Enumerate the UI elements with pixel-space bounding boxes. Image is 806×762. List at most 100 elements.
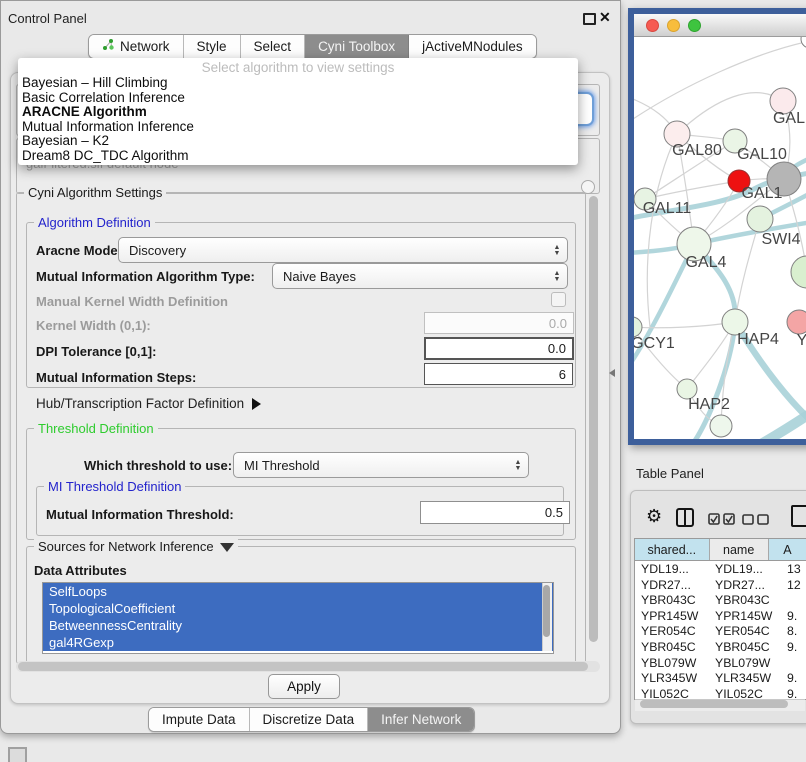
node-label: SWI4 [761,231,800,248]
node-label: GAL10 [737,146,787,163]
float-window-icon[interactable] [583,13,596,25]
tab-style[interactable]: Style [184,35,241,58]
close-traffic-light-icon[interactable] [646,19,659,32]
tab-discretize-data[interactable]: Discretize Data [250,708,369,731]
table-cell: 9. [787,609,797,623]
dpi-tolerance-field[interactable]: 0.0 [424,337,574,360]
network-window-titlebar[interactable] [634,14,806,37]
mi-steps-label: Mutual Information Steps: [36,370,196,385]
which-threshold-combobox[interactable]: MI Threshold ▲▼ [233,452,529,478]
zoom-traffic-light-icon[interactable] [688,19,701,32]
table-cell: 9. [787,640,797,654]
table-row[interactable]: YBL079WYBL079W [635,655,806,671]
combo-arrows-icon: ▲▼ [549,271,567,282]
algorithm-dropdown-popup: Select algorithm to view settings Bayesi… [18,58,578,165]
attribute-list-item[interactable]: BetweennessCentrality [43,617,553,634]
kernel-width-label: Kernel Width (0,1): [36,318,151,333]
network-node-swi4[interactable] [747,206,773,232]
apply-button[interactable]: Apply [268,674,340,699]
node-label: GAL4 [686,254,727,271]
table-row[interactable]: YPR145WYPR145W9. [635,608,806,624]
split-divider-arrow[interactable] [609,369,615,377]
table-cell: YER054C [715,624,770,638]
node-label: GCY1 [634,335,675,352]
table-cell: 12 [787,578,801,592]
aracne-mode-combobox[interactable]: Discovery ▲▼ [118,237,568,263]
table-row[interactable]: YER054CYER054C8. [635,623,806,639]
attribute-list-item[interactable]: SelfLoops [43,583,553,600]
algorithm-definition-title: Algorithm Definition [34,215,155,230]
control-panel-tabbar: Network Style Select Cyni Toolbox jActiveMNo… [88,34,537,59]
table-row[interactable]: YDR27...YDR27...12 [635,577,806,593]
tab-impute-data[interactable]: Impute Data [149,708,250,731]
mi-steps-field[interactable]: 6 [424,363,573,385]
manual-kernel-checkbox[interactable] [551,292,566,307]
tab-label: Style [197,35,227,58]
algorithm-option[interactable]: Dream8 DC_TDC Algorithm [18,149,578,164]
table-horizontal-scrollbar[interactable] [640,700,788,708]
document-icon[interactable] [791,505,806,527]
mi-threshold-field[interactable]: 0.5 [420,501,570,524]
table-cell: YIL052C [715,687,763,700]
column-header-2[interactable]: name [710,539,769,560]
table-row[interactable]: YBR043CYBR043C [635,592,806,608]
close-icon[interactable]: ✕ [599,9,611,26]
hub-factor-expander[interactable]: Hub/Transcription Factor Definition [36,396,261,411]
mi-type-combobox[interactable]: Naive Bayes ▲▼ [272,263,568,289]
table-cell: 9. [787,671,797,685]
mi-threshold-label: Mutual Information Threshold: [46,507,234,522]
table-row[interactable]: YBR045CYBR045C9. [635,639,806,655]
settings-vertical-scrollbar[interactable] [589,196,598,642]
settings-horizontal-scrollbar[interactable] [18,662,588,671]
sources-expander[interactable]: Sources for Network Inference [34,539,238,554]
unchecked-boxes-icon[interactable] [742,514,770,526]
attribute-list-item[interactable]: gal4RGexp [43,634,553,651]
tab-infer-network[interactable]: Infer Network [368,708,474,731]
which-threshold-label: Which threshold to use: [84,458,232,473]
table-cell: YBR045C [715,640,770,654]
algorithm-option[interactable]: Mutual Information Inference [18,120,578,135]
node-label: GAL80 [672,142,722,159]
attributes-vertical-scrollbar[interactable] [543,585,550,637]
column-header-1[interactable]: shared... [635,539,710,560]
algorithm-option[interactable]: Basic Correlation Inference [18,91,578,106]
column-header-3[interactable]: A [769,539,806,560]
tab-select[interactable]: Select [241,35,306,58]
columns-icon[interactable] [676,508,694,527]
control-panel-title: Control Panel [8,11,87,26]
network-canvas[interactable]: GALGAL80GAL10GAL1GAL11SWI4GAL4GCY1HAP4YH… [634,37,806,439]
tab-jactivemnodules[interactable]: jActiveMNodules [409,35,536,58]
sources-title: Sources for Network Inference [38,539,214,554]
network-node[interactable] [801,37,806,48]
algorithm-popup-list: Bayesian – Hill ClimbingBasic Correlatio… [18,76,578,164]
table-cell: YLR345W [641,671,697,685]
tab-cyni-toolbox[interactable]: Cyni Toolbox [305,35,409,58]
table-row[interactable]: YLR345WYLR345W9. [635,670,806,686]
algorithm-option[interactable]: Bayesian – Hill Climbing [18,76,578,91]
network-node-gcy1[interactable] [634,317,642,337]
attribute-list-item[interactable]: TopologicalCoefficient [43,600,553,617]
table-row[interactable]: YDL19...YDL19...13 [635,561,806,577]
kernel-width-field[interactable]: 0.0 [424,312,574,334]
network-node-y[interactable] [787,310,806,334]
algorithm-option[interactable]: Bayesian – K2 [18,134,578,149]
table-row[interactable]: YIL052CYIL052C9. [635,686,806,700]
table-cell: YPR145W [715,609,772,623]
minimize-traffic-light-icon[interactable] [667,19,680,32]
network-node[interactable] [710,415,732,437]
algorithm-option[interactable]: ARACNE Algorithm [18,105,578,120]
dock-icon[interactable] [8,747,27,762]
gear-icon[interactable]: ⚙ [646,507,662,525]
network-edge [677,93,783,134]
tab-label: jActiveMNodules [422,35,523,58]
mi-type-label: Mutual Information Algorithm Type: [36,269,255,284]
network-node[interactable] [791,256,806,288]
tab-label: Cyni Toolbox [318,35,395,58]
expander-down-icon [220,543,234,552]
network-icon [102,35,115,58]
table-cell: YBR043C [715,593,770,607]
checked-boxes-icon[interactable] [708,513,736,526]
tab-network[interactable]: Network [89,35,184,58]
node-table[interactable]: shared...nameA YDL19...YDL19...13YDR27..… [634,538,806,700]
threshold-definition-title: Threshold Definition [34,421,158,436]
